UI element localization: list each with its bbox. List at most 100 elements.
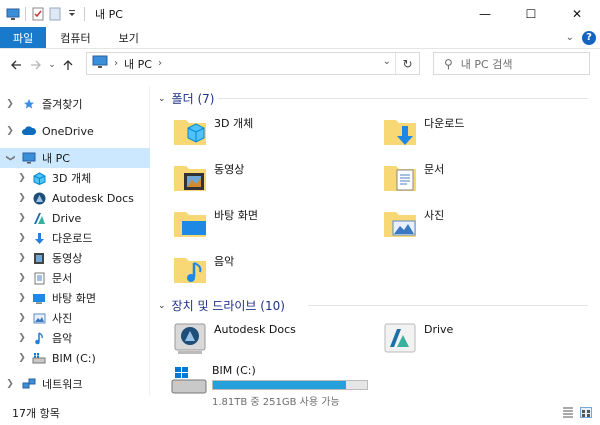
folder-tile[interactable]: 문서 xyxy=(382,158,444,194)
tab-file[interactable]: 파일 xyxy=(0,27,47,48)
folder-3d-icon xyxy=(172,112,208,148)
sidebar-item-autodesk-docs[interactable]: ❯ Autodesk Docs xyxy=(0,188,150,208)
video-icon xyxy=(32,251,46,265)
group-title: 폴더 (7) xyxy=(171,92,215,106)
sidebar-item-pictures[interactable]: ❯ 사진 xyxy=(0,308,150,328)
sidebar-item-label: OneDrive xyxy=(42,124,94,138)
folder-name: 3D 개체 xyxy=(214,117,254,130)
large-icons-view-icon[interactable] xyxy=(580,407,592,418)
folder-desktop-icon xyxy=(172,204,208,240)
back-arrow-icon xyxy=(11,60,21,70)
navigation-bar: ⌄ › 내 PC › ⌄ ↻ ⚲ 내 PC 검색 xyxy=(0,50,600,80)
expand-chevron-icon[interactable]: ❯ xyxy=(16,353,28,363)
sidebar-item-onedrive[interactable]: ❯ OneDrive xyxy=(0,121,150,141)
picture-icon xyxy=(32,311,46,325)
disk-icon xyxy=(32,351,46,365)
address-dropdown-icon[interactable]: ⌄ xyxy=(383,56,391,67)
qat-divider xyxy=(25,6,26,21)
folder-tile[interactable]: 동영상 xyxy=(172,158,244,194)
folder-tile[interactable]: 사진 xyxy=(382,204,444,240)
refresh-button[interactable]: ↻ xyxy=(395,53,419,74)
pc-icon xyxy=(92,55,108,72)
expand-chevron-icon[interactable]: ❯ xyxy=(16,333,28,343)
recent-locations-button[interactable]: ⌄ xyxy=(46,53,58,77)
expand-chevron-icon[interactable]: ❯ xyxy=(4,99,16,109)
group-divider xyxy=(308,305,588,306)
breadcrumb-item[interactable]: 내 PC xyxy=(124,56,152,72)
quick-access-toolbar xyxy=(0,6,87,21)
sidebar-item-desktop[interactable]: ❯ 바탕 화면 xyxy=(0,288,150,308)
collapse-group-icon[interactable]: ⌄ xyxy=(158,94,166,104)
expand-chevron-icon[interactable]: ❯ xyxy=(16,313,28,323)
group-divider xyxy=(218,98,588,99)
drive-name: Autodesk Docs xyxy=(214,323,296,336)
up-button[interactable] xyxy=(58,53,78,77)
sidebar-item-downloads[interactable]: ❯ 다운로드 xyxy=(0,228,150,248)
up-arrow-icon xyxy=(63,60,73,70)
folder-name: 사진 xyxy=(424,209,445,222)
expand-chevron-icon[interactable]: ❯ xyxy=(16,173,28,183)
folder-tile[interactable]: 다운로드 xyxy=(382,112,464,148)
group-title: 장치 및 드라이브 (10) xyxy=(171,299,285,313)
expand-chevron-icon[interactable]: ❯ xyxy=(16,193,28,203)
collapse-chevron-icon[interactable]: ❯ xyxy=(5,152,15,164)
sidebar-item-bim-drive[interactable]: ❯ BIM (C:) xyxy=(0,348,150,368)
folder-tile[interactable]: 3D 개체 xyxy=(172,112,253,148)
address-bar[interactable]: › 내 PC › ⌄ ↻ xyxy=(86,52,420,75)
pc-icon xyxy=(22,151,36,165)
sidebar-item-label: 즐겨찾기 xyxy=(42,98,83,111)
drive-a-icon xyxy=(32,211,46,225)
drive-tile[interactable]: Autodesk Docs xyxy=(172,320,296,356)
maximize-button[interactable]: ☐ xyxy=(508,0,554,27)
windows-disk-icon xyxy=(170,364,208,396)
tab-computer[interactable]: 컴퓨터 xyxy=(46,27,104,48)
close-button[interactable]: ✕ xyxy=(554,0,600,27)
sidebar-item-documents[interactable]: ❯ 문서 xyxy=(0,268,150,288)
sidebar-item-label: 3D 개체 xyxy=(52,172,92,185)
sidebar-item-3d-objects[interactable]: ❯ 3D 개체 xyxy=(0,168,150,188)
back-button[interactable] xyxy=(6,53,26,77)
breadcrumb-chevron-icon[interactable]: › xyxy=(158,58,162,69)
expand-chevron-icon[interactable]: ❯ xyxy=(16,273,28,283)
breadcrumb-chevron-icon[interactable]: › xyxy=(114,58,118,69)
music-icon xyxy=(32,331,46,345)
help-button[interactable]: ? xyxy=(582,30,596,45)
search-box[interactable]: ⚲ 내 PC 검색 xyxy=(433,52,590,75)
cloud-icon xyxy=(22,124,36,138)
folder-tile[interactable]: 음악 xyxy=(172,250,234,286)
network-icon xyxy=(22,377,36,391)
sidebar-item-network[interactable]: ❯ 네트워크 xyxy=(0,374,150,394)
expand-chevron-icon[interactable]: ❯ xyxy=(4,126,16,136)
forward-button[interactable] xyxy=(26,53,46,77)
expand-chevron-icon[interactable]: ❯ xyxy=(16,213,28,223)
search-placeholder: 내 PC 검색 xyxy=(460,57,513,71)
tab-view[interactable]: 보기 xyxy=(105,27,153,48)
sidebar-item-music[interactable]: ❯ 음악 xyxy=(0,328,150,348)
sidebar-item-label: Drive xyxy=(52,211,82,225)
pc-icon[interactable] xyxy=(6,7,20,21)
minimize-button[interactable]: — xyxy=(462,0,508,27)
sidebar-item-quick-access[interactable]: ❯ 즐겨찾기 xyxy=(0,94,150,114)
sidebar-item-label: 사진 xyxy=(52,312,73,325)
devices-group-header[interactable]: ⌄ 장치 및 드라이브 (10) xyxy=(158,297,598,314)
sidebar-item-label: Autodesk Docs xyxy=(52,191,134,205)
expand-chevron-icon[interactable]: ❯ xyxy=(16,293,28,303)
expand-ribbon-icon[interactable]: ⌄ xyxy=(566,32,574,43)
folder-name: 음악 xyxy=(214,255,235,268)
folder-name: 다운로드 xyxy=(424,117,465,130)
details-view-icon[interactable] xyxy=(562,407,574,418)
expand-chevron-icon[interactable]: ❯ xyxy=(16,253,28,263)
expand-chevron-icon[interactable]: ❯ xyxy=(4,379,16,389)
navigation-pane: ❯ 즐겨찾기 ❯ OneDrive ❯ 내 PC ❯ 3D 개체 ❯ Autod… xyxy=(0,86,150,396)
collapse-group-icon[interactable]: ⌄ xyxy=(158,301,166,311)
drive-tile[interactable]: Drive xyxy=(382,320,453,356)
sidebar-item-videos[interactable]: ❯ 동영상 xyxy=(0,248,150,268)
folders-group-header[interactable]: ⌄ 폴더 (7) xyxy=(158,90,598,107)
sidebar-item-this-pc[interactable]: ❯ 내 PC xyxy=(0,148,150,168)
customize-qat-icon[interactable] xyxy=(65,7,79,21)
expand-chevron-icon[interactable]: ❯ xyxy=(16,233,28,243)
new-folder-icon[interactable] xyxy=(48,7,62,21)
properties-icon[interactable] xyxy=(31,7,45,21)
sidebar-item-drive[interactable]: ❯ Drive xyxy=(0,208,150,228)
folder-tile[interactable]: 바탕 화면 xyxy=(172,204,258,240)
